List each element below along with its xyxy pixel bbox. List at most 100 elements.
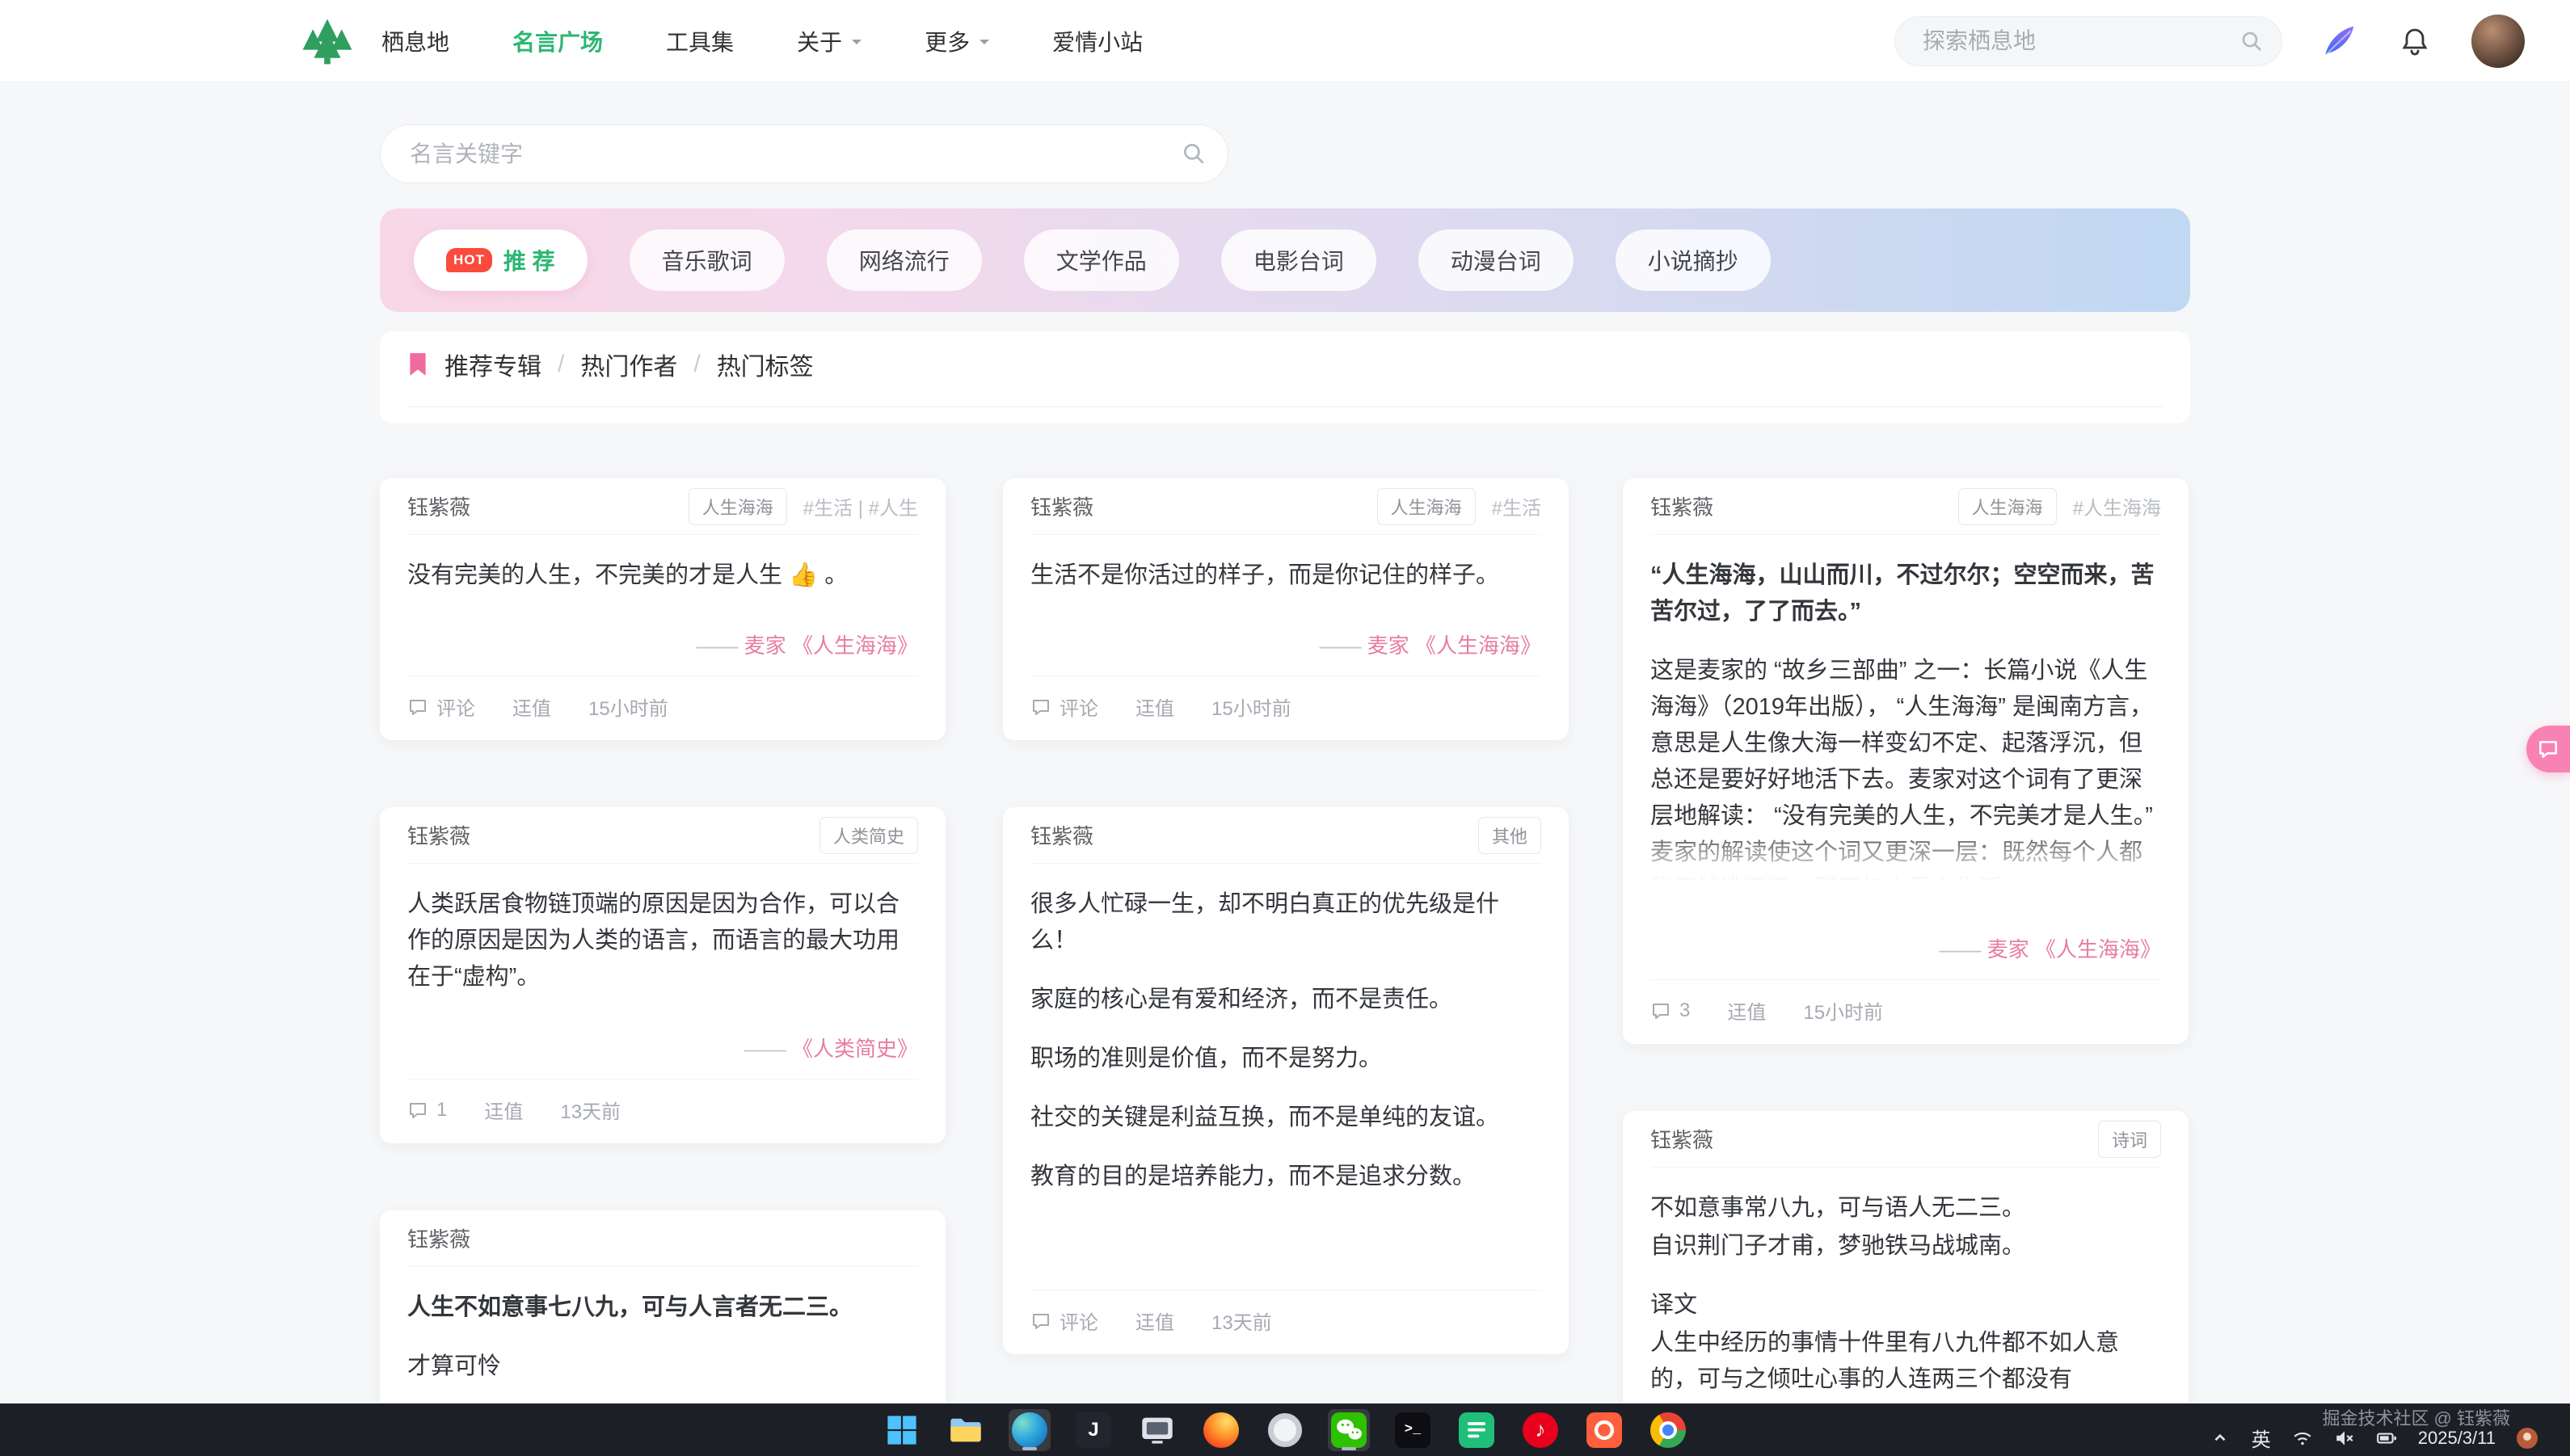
link-recommended-albums[interactable]: 推荐专辑 xyxy=(444,347,541,382)
quote-source-link[interactable]: 麦家 《人生海海》 xyxy=(1987,937,2161,962)
album-badge[interactable]: 人类简史 xyxy=(819,817,918,854)
card-header: 钰紫薇 其他 xyxy=(1030,807,1541,864)
category-music-lyrics[interactable]: 音乐歌词 xyxy=(630,229,785,291)
quote-card: 钰紫薇 人生海海 #生活 | #人生 没有完美的人生，不完美的才是人生 👍 。 … xyxy=(380,478,946,740)
windows-start-icon[interactable] xyxy=(881,1409,923,1451)
comment-icon xyxy=(407,696,428,717)
translation-label: 译文 xyxy=(1650,1287,2161,1323)
category-recommended-label: 推 荐 xyxy=(503,244,555,276)
terminal-icon[interactable]: >_ xyxy=(1392,1409,1434,1451)
nav-item-quotes[interactable]: 名言广场 xyxy=(512,25,603,57)
link-hot-tags[interactable]: 热门标签 xyxy=(717,347,814,382)
chat-icon xyxy=(2537,738,2559,760)
gray-browser-icon[interactable] xyxy=(1264,1409,1306,1451)
like-button[interactable]: 迋值 xyxy=(1727,996,1766,1025)
album-badge[interactable]: 人生海海 xyxy=(1377,488,1476,525)
quote-source-link[interactable]: 《人类简史》 xyxy=(792,1037,918,1061)
category-literature[interactable]: 文学作品 xyxy=(1024,229,1179,291)
card-author[interactable]: 钰紫薇 xyxy=(407,491,470,521)
battery-icon[interactable] xyxy=(2376,1428,2397,1449)
site-logo[interactable] xyxy=(301,17,354,65)
card-author[interactable]: 钰紫薇 xyxy=(1030,820,1093,850)
green-notes-icon[interactable] xyxy=(1456,1409,1498,1451)
card-footer: 评论 迋值 15小时前 xyxy=(1030,675,1541,721)
nav-item-about-label: 关于 xyxy=(797,25,842,57)
tray-user-badge-icon[interactable] xyxy=(2517,1428,2538,1449)
quote-card: 钰紫薇 人类简史 人类跃居食物链顶端的原因是因为合作，可以合作的原因是因为人类的… xyxy=(380,807,946,1143)
nav-item-home[interactable]: 栖息地 xyxy=(381,25,449,57)
firefox-icon[interactable] xyxy=(1200,1409,1242,1451)
card-header: 钰紫薇 人生海海 #人生海海 xyxy=(1650,478,2161,535)
card-column-3: 钰紫薇 人生海海 #人生海海 “人生海海，山山而川，不过尔尔；空空而来，苦苦尔过… xyxy=(1623,478,2189,1456)
like-button[interactable]: 迋值 xyxy=(1135,1307,1174,1335)
category-recommended[interactable]: HOT 推 荐 xyxy=(414,229,588,291)
link-hot-authors[interactable]: 热门作者 xyxy=(580,347,677,382)
search-icon[interactable] xyxy=(1180,140,1207,167)
card-author[interactable]: 钰紫薇 xyxy=(1650,1124,1713,1154)
truncated-text-block: 这是麦家的 “故乡三部曲” 之一：长篇小说《人生海海》（2019年出版）， “人… xyxy=(1650,653,2161,881)
album-badge[interactable]: 人生海海 xyxy=(689,488,787,525)
quote-source-link[interactable]: 麦家 《人生海海》 xyxy=(1367,633,1541,658)
main-nav: 栖息地 名言广场 工具集 关于 更多 爱情小站 xyxy=(381,25,1143,57)
quote-text: 生活不是你活过的样子，而是你记住的样子。 xyxy=(1030,558,1541,594)
card-author[interactable]: 钰紫薇 xyxy=(1030,491,1093,521)
comment-button[interactable]: 1 xyxy=(407,1099,447,1121)
category-anime-lines[interactable]: 动漫台词 xyxy=(1418,229,1574,291)
nav-item-tools[interactable]: 工具集 xyxy=(666,25,734,57)
nav-item-love[interactable]: 爱情小站 xyxy=(1052,25,1143,57)
card-footer: 3 迋值 15小时前 xyxy=(1650,979,2161,1025)
chrome-icon[interactable] xyxy=(1647,1409,1689,1451)
card-author[interactable]: 钰紫薇 xyxy=(407,1223,470,1253)
card-column-1: 钰紫薇 人生海海 #生活 | #人生 没有完美的人生，不完美的才是人生 👍 。 … xyxy=(380,478,946,1456)
wifi-icon[interactable] xyxy=(2292,1428,2313,1449)
comment-button[interactable]: 3 xyxy=(1650,999,1690,1022)
album-badge[interactable]: 其他 xyxy=(1478,817,1541,854)
card-author[interactable]: 钰紫薇 xyxy=(1650,491,1713,521)
orange-app-icon[interactable] xyxy=(1583,1409,1625,1451)
user-avatar[interactable] xyxy=(2471,15,2525,68)
card-header: 钰紫薇 xyxy=(407,1210,918,1267)
quote-text: 很多人忙碌一生，却不明白真正的优先级是什么！ xyxy=(1030,886,1541,959)
card-author[interactable]: 钰紫薇 xyxy=(407,820,470,850)
like-button[interactable]: 迋值 xyxy=(512,692,551,721)
file-explorer-icon[interactable] xyxy=(945,1409,987,1451)
card-tags[interactable]: #人生海海 xyxy=(2073,492,2161,520)
comment-button[interactable]: 评论 xyxy=(1030,692,1098,721)
album-badge[interactable]: 人生海海 xyxy=(1958,488,2057,525)
quote-source-link[interactable]: 麦家 《人生海海》 xyxy=(744,633,918,658)
nav-item-about[interactable]: 关于 xyxy=(797,25,862,57)
card-tags[interactable]: #生活 xyxy=(1492,492,1541,520)
nav-item-more-label: 更多 xyxy=(925,25,970,57)
dark-ide-icon[interactable]: J xyxy=(1072,1409,1114,1451)
like-button[interactable]: 迋值 xyxy=(1135,692,1174,721)
card-footer: 评论 迋值 13天前 xyxy=(1030,1290,1541,1335)
wechat-icon[interactable] xyxy=(1328,1409,1370,1451)
tray-chevron-up-icon[interactable] xyxy=(2210,1428,2231,1449)
search-icon[interactable] xyxy=(2239,28,2265,54)
quote-attribution: —— 麦家 《人生海海》 xyxy=(1030,623,1541,675)
comment-button[interactable]: 评论 xyxy=(1030,1307,1098,1335)
card-body: 没有完美的人生，不完美的才是人生 👍 。 —— 麦家 《人生海海》 xyxy=(407,535,918,675)
compose-button[interactable] xyxy=(2319,22,2358,61)
volume-mute-icon[interactable] xyxy=(2334,1428,2355,1449)
edge-browser-icon[interactable] xyxy=(1009,1409,1051,1451)
like-button[interactable]: 迋值 xyxy=(484,1096,523,1124)
screen-capture-icon[interactable] xyxy=(1136,1409,1178,1451)
watermark-text: 掘金技术社区 @ 钰紫薇 xyxy=(2322,1404,2510,1430)
category-novel-excerpts[interactable]: 小说摘抄 xyxy=(1616,229,1771,291)
comment-button[interactable]: 评论 xyxy=(407,692,475,721)
floating-contact-button[interactable] xyxy=(2526,726,2570,772)
notifications-button[interactable] xyxy=(2395,22,2434,61)
nav-item-more[interactable]: 更多 xyxy=(925,25,989,57)
tray-language-indicator[interactable]: 英 xyxy=(2252,1424,2271,1452)
site-search-input[interactable] xyxy=(1894,16,2282,66)
card-footer: 1 迋值 13天前 xyxy=(407,1079,918,1124)
netease-music-icon[interactable]: ♪ xyxy=(1519,1409,1561,1451)
category-movie-lines[interactable]: 电影台词 xyxy=(1221,229,1376,291)
quote-keyword-input[interactable] xyxy=(380,124,1228,183)
category-internet-popular[interactable]: 网络流行 xyxy=(827,229,982,291)
tray-date[interactable]: 2025/3/11 xyxy=(2418,1428,2496,1449)
card-tags[interactable]: #生活 | #人生 xyxy=(803,492,918,520)
quote-text: 职场的准则是价值，而不是努力。 xyxy=(1030,1041,1541,1077)
album-badge[interactable]: 诗词 xyxy=(2098,1121,2161,1158)
